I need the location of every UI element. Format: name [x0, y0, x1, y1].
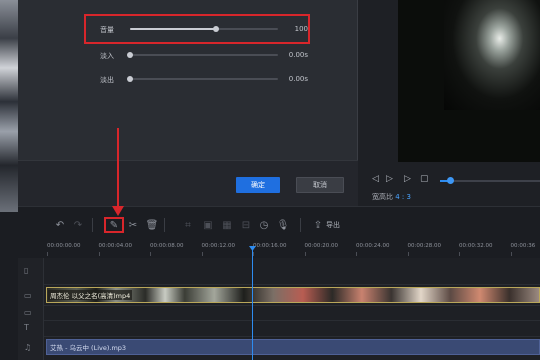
- ruler-tick: [459, 252, 460, 256]
- track-divider: [44, 320, 540, 321]
- slider-value: 0.00s: [288, 51, 308, 59]
- freeze-icon[interactable]: ▣: [202, 219, 214, 231]
- slider-label: 淡入: [100, 52, 114, 60]
- ruler-tick: [304, 252, 306, 256]
- background-photo: [0, 0, 18, 212]
- undo-icon[interactable]: ↶: [54, 219, 66, 231]
- voice-icon[interactable]: 🎙: [277, 219, 290, 231]
- track-divider: [44, 284, 540, 285]
- ruler-tick: [47, 252, 48, 256]
- ruler-tick: [253, 252, 254, 256]
- ruler-tick: [407, 252, 409, 256]
- export-icon[interactable]: ⇪: [312, 219, 324, 231]
- prev-frame-icon[interactable]: ◁: [372, 174, 379, 184]
- split-icon[interactable]: ⊟: [240, 219, 252, 231]
- next-frame-icon[interactable]: ▷: [404, 174, 411, 184]
- slider-knob[interactable]: [127, 76, 133, 82]
- toolbar-divider: [164, 218, 165, 232]
- audio-clip-label: 艾热 - 乌云中 (Live).mp3: [50, 344, 127, 352]
- annotation-arrow: [117, 128, 119, 214]
- ruler-tick-label: 00:00:20.00: [304, 243, 338, 249]
- slider-knob[interactable]: [127, 52, 133, 58]
- video-track-icon[interactable]: ▭: [24, 291, 32, 300]
- cut-icon[interactable]: ✂: [127, 219, 139, 231]
- slider-label: 淡出: [100, 76, 114, 84]
- aspect-ratio-value[interactable]: 4 : 3: [395, 193, 411, 201]
- ruler-tick: [201, 252, 203, 256]
- ruler-tick: [150, 252, 151, 256]
- cancel-button[interactable]: 取消: [296, 177, 344, 193]
- ruler-tick-label: 00:00:16.00: [253, 243, 287, 249]
- export-button[interactable]: 导出: [326, 220, 340, 230]
- track-divider: [44, 305, 540, 306]
- delete-icon[interactable]: 🗑: [146, 219, 159, 231]
- aspect-ratio: 宽高比 4 : 3: [372, 192, 411, 202]
- ruler-tick-label: 00:00:04.00: [98, 243, 132, 249]
- ok-button[interactable]: 确定: [236, 177, 280, 193]
- ruler-tick: [356, 252, 357, 256]
- playback-knob[interactable]: [447, 177, 454, 184]
- ruler-tick: [98, 252, 100, 256]
- playhead[interactable]: [252, 248, 253, 360]
- slider-track[interactable]: [130, 78, 278, 80]
- playback-slider[interactable]: [440, 180, 540, 182]
- slider-track[interactable]: [130, 54, 278, 56]
- toolbar-divider: [300, 218, 301, 232]
- text-track-icon[interactable]: T: [24, 323, 29, 332]
- video-clip-label: 周杰伦 以父之名(高清)mp4: [48, 290, 133, 300]
- ruler-tick-label: 00:00:00.00: [47, 243, 81, 249]
- aspect-ratio-label: 宽高比: [372, 193, 393, 201]
- volume-highlight-box: [84, 14, 310, 44]
- redo-icon[interactable]: ↷: [72, 219, 84, 231]
- slider-value: 0.00s: [288, 75, 308, 83]
- edit-highlight-box: [104, 217, 124, 233]
- ruler-tick-label: 00:00:36: [510, 243, 536, 249]
- overlay-track-icon[interactable]: ▯: [24, 266, 28, 275]
- speed-icon[interactable]: ◷: [258, 219, 270, 231]
- play-icon[interactable]: ▷: [386, 174, 393, 184]
- stop-icon[interactable]: ▢: [420, 174, 429, 184]
- video-frame-image: [444, 0, 540, 110]
- image-track-icon[interactable]: ▭: [24, 308, 32, 317]
- audio-track-icon[interactable]: ♫: [24, 343, 31, 352]
- ruler-tick: [510, 252, 512, 256]
- ruler-tick-label: 00:00:28.00: [407, 243, 441, 249]
- ruler-tick-label: 00:00:32.00: [459, 243, 493, 249]
- crop-icon[interactable]: ⌗: [182, 219, 194, 231]
- ruler-tick-label: 00:00:24.00: [356, 243, 390, 249]
- ruler-tick-label: 00:00:08.00: [150, 243, 184, 249]
- track-divider: [44, 336, 540, 337]
- ruler-tick-label: 00:00:12.00: [201, 243, 235, 249]
- mosaic-icon[interactable]: ▦: [221, 219, 233, 231]
- toolbar-divider: [92, 218, 93, 232]
